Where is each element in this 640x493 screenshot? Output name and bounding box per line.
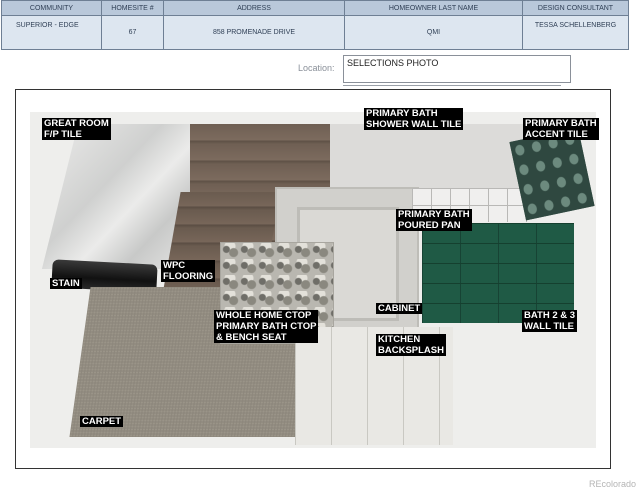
label-primary-bath-pan: PRIMARY BATH POURED PAN [396,209,472,231]
location-value: SELECTIONS PHOTO [347,58,439,68]
label-primary-bath-shower: PRIMARY BATH SHOWER WALL TILE [364,108,464,130]
accent-tile-swatch [509,127,595,221]
community-value: SUPERIOR - EDGE [1,15,102,50]
selection-board: GREAT ROOM F/P TILE PRIMARY BATH SHOWER … [30,108,599,448]
label-primary-bath-accent: PRIMARY BATH ACCENT TILE [523,118,599,140]
location-label: Location: [298,63,335,73]
selections-photo: GREAT ROOM F/P TILE PRIMARY BATH SHOWER … [15,89,611,469]
label-great-room-tile: GREAT ROOM F/P TILE [42,118,111,140]
brand-watermark: REcolorado [588,479,636,489]
bath-wall-tile-swatch [422,223,574,323]
address-value: 858 PROMENADE DRIVE [163,15,345,50]
col-address: ADDRESS [163,0,345,16]
shower-wall-tile-swatch [330,124,530,189]
label-carpet: CARPET [80,416,124,427]
homesite-value: 67 [101,15,164,50]
homeowner-value: QMI [344,15,523,50]
label-wpc-flooring: WPC FLOORING [161,260,216,282]
label-kitchen-backsplash: KITCHEN BACKSPLASH [376,334,446,356]
label-bath-wall-tile: BATH 2 & 3 WALL TILE [522,310,578,332]
col-homeowner: HOMEOWNER LAST NAME [344,0,523,16]
col-consultant: DESIGN CONSULTANT [522,0,629,16]
info-table: COMMUNITY HOMESITE # ADDRESS HOMEOWNER L… [1,0,629,50]
label-stain: STAIN [50,278,82,289]
location-underline [343,85,561,86]
col-community: COMMUNITY [1,0,102,16]
col-homesite: HOMESITE # [101,0,164,16]
label-countertop: WHOLE HOME CTOP PRIMARY BATH CTOP & BENC… [214,310,319,343]
consultant-value: TESSA SCHELLENBERG [522,15,629,50]
label-cabinet: CABINET [376,303,423,314]
